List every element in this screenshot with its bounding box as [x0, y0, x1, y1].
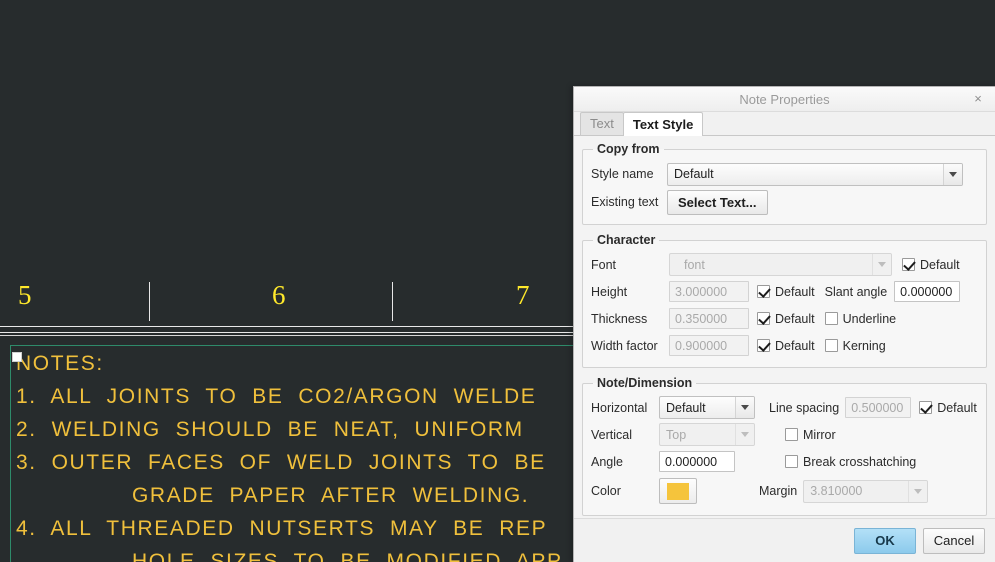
width-factor-default-label: Default [775, 338, 815, 353]
margin-dropdown[interactable]: 3.810000 [803, 479, 929, 503]
checkbox-icon [824, 312, 838, 325]
group-copy-from: Copy from Style name Default Existing te… [582, 142, 987, 225]
group-note-dimension: Note/Dimension Horizontal Default Line s… [582, 376, 987, 516]
mirror-label: Mirror [803, 427, 836, 442]
color-picker-button[interactable] [659, 478, 697, 504]
line-spacing-default-checkbox[interactable]: Default [919, 401, 977, 415]
checkbox-icon [902, 258, 915, 271]
checkbox-icon [824, 339, 838, 352]
thickness-default-label: Default [775, 311, 815, 326]
style-name-value: Default [674, 167, 714, 181]
height-default-checkbox[interactable]: Default [757, 285, 815, 299]
kerning-checkbox[interactable]: Kerning [824, 338, 886, 353]
mirror-checkbox[interactable]: Mirror [785, 428, 836, 442]
ruler-number: 6 [272, 280, 286, 310]
vertical-label: Vertical [591, 427, 632, 442]
thickness-default-checkbox[interactable]: Default [757, 312, 815, 326]
vertical-dropdown[interactable]: Top [659, 423, 755, 446]
chevron-down-icon [735, 424, 754, 445]
line-spacing-input[interactable] [845, 397, 912, 418]
angle-label: Angle [591, 454, 623, 469]
width-factor-input[interactable] [669, 335, 749, 356]
checkbox-icon [757, 339, 770, 352]
chevron-down-icon [908, 480, 928, 502]
horizontal-dropdown[interactable]: Default [659, 396, 755, 419]
height-label: Height [591, 284, 628, 299]
checkbox-icon [757, 285, 770, 298]
thickness-label: Thickness [591, 311, 648, 326]
margin-value: 3.810000 [810, 484, 863, 498]
close-icon[interactable]: × [970, 90, 986, 106]
horizontal-label: Horizontal [591, 400, 648, 415]
color-swatch [667, 482, 689, 500]
line-spacing-label: Line spacing [769, 400, 840, 415]
width-factor-default-checkbox[interactable]: Default [757, 339, 815, 353]
notes-grip-handle[interactable] [12, 352, 22, 362]
ruler-tick [392, 282, 393, 321]
group-character-legend: Character [597, 233, 656, 247]
note-properties-dialog: Note Properties × Text Text Style Copy f… [573, 86, 995, 562]
tab-text[interactable]: Text [580, 112, 624, 135]
chevron-down-icon [735, 397, 754, 418]
color-label: Color [591, 484, 621, 498]
dialog-title: Note Properties [739, 91, 830, 107]
checkbox-icon [785, 428, 798, 441]
angle-input[interactable] [659, 451, 735, 472]
dialog-footer: OK Cancel [574, 518, 995, 562]
tab-panel-text-style: Copy from Style name Default Existing te… [574, 136, 995, 553]
kerning-label: Kerning [842, 338, 886, 353]
chevron-down-icon [943, 163, 962, 185]
dialog-titlebar[interactable]: Note Properties × [574, 87, 995, 112]
vertical-value: Top [666, 427, 687, 442]
style-name-label: Style name [591, 167, 654, 181]
break-crosshatching-label: Break crosshatching [803, 454, 917, 469]
ruler-tick [149, 282, 150, 321]
slant-angle-input[interactable] [894, 281, 961, 302]
screen-root: 567 NOTES: 1. ALL JOINTS TO BE CO2/ARGON … [0, 0, 995, 562]
ok-button[interactable]: OK [854, 527, 916, 554]
dialog-tabstrip: Text Text Style [574, 112, 995, 136]
height-default-label: Default [775, 284, 815, 299]
underline-label: Underline [842, 311, 897, 326]
font-label: Font [591, 257, 617, 272]
select-text-button[interactable]: Select Text... [667, 189, 768, 215]
font-default-checkbox[interactable]: Default [902, 258, 960, 272]
tab-text-style[interactable]: Text Style [622, 112, 704, 136]
chevron-down-icon [872, 254, 891, 275]
font-dropdown[interactable]: font [669, 253, 892, 276]
checkbox-icon [785, 455, 798, 468]
group-note-dimension-legend: Note/Dimension [597, 376, 693, 390]
thickness-input[interactable] [669, 308, 749, 329]
horizontal-value: Default [666, 400, 706, 415]
cancel-button[interactable]: Cancel [923, 527, 985, 554]
height-input[interactable] [669, 281, 749, 302]
line-spacing-default-label: Default [937, 400, 977, 415]
font-value: font [684, 257, 705, 272]
underline-checkbox[interactable]: Underline [824, 311, 897, 326]
ruler-number: 7 [516, 280, 530, 310]
margin-label: Margin [759, 484, 798, 498]
ruler-number: 5 [18, 280, 32, 310]
checkbox-icon [919, 401, 933, 414]
font-default-label: Default [920, 257, 960, 272]
width-factor-label: Width factor [591, 338, 658, 353]
group-character: Character Font font Default Height 3.000… [582, 233, 987, 368]
checkbox-icon [757, 312, 770, 325]
style-name-dropdown[interactable]: Default [667, 162, 963, 186]
group-copy-from-legend: Copy from [597, 142, 660, 156]
slant-angle-label: Slant angle [824, 284, 888, 299]
existing-text-label: Existing text [591, 195, 659, 209]
break-crosshatching-checkbox[interactable]: Break crosshatching [785, 455, 916, 469]
